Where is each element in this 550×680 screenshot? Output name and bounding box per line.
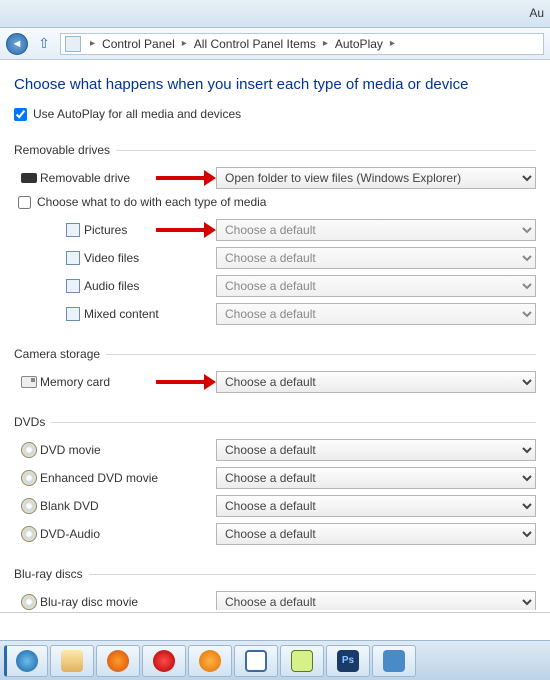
memory-card-icon <box>21 376 37 388</box>
content-area: Choose what happens when you insert each… <box>0 60 550 610</box>
photoshop-icon: Ps <box>337 650 359 672</box>
section-removable-drives: Removable drives Removable drive Open fo… <box>14 143 536 329</box>
taskbar-opera[interactable] <box>142 645 186 677</box>
memory-card-select[interactable]: Choose a default <box>216 371 536 393</box>
removable-drive-select[interactable]: Open folder to view files (Windows Explo… <box>216 167 536 189</box>
dvd-audio-select[interactable]: Choose a default <box>216 523 536 545</box>
mixed-icon <box>66 307 80 321</box>
disc-icon <box>21 594 37 610</box>
media-type-label: Video files <box>84 251 216 265</box>
audio-select[interactable]: Choose a default <box>216 275 536 297</box>
enhanced-dvd-select[interactable]: Choose a default <box>216 467 536 489</box>
choose-each-type-checkbox[interactable] <box>18 196 31 209</box>
control-panel-icon <box>383 650 405 672</box>
taskbar-explorer[interactable] <box>50 645 94 677</box>
section-legend: Camera storage <box>14 347 106 361</box>
back-button[interactable]: ◄ <box>6 33 28 55</box>
bluray-label: Blu-ray disc movie <box>40 595 216 609</box>
dvd-label: DVD-Audio <box>40 527 216 541</box>
nav-toolbar: ◄ ⇧ ▸ Control Panel ▸ All Control Panel … <box>0 28 550 60</box>
divider <box>0 612 550 613</box>
use-autoplay-all-label: Use AutoPlay for all media and devices <box>33 107 241 121</box>
use-autoplay-all-checkbox[interactable] <box>14 108 27 121</box>
section-legend: Blu-ray discs <box>14 567 89 581</box>
window-titlebar: Au <box>0 0 550 28</box>
firefox-icon <box>107 650 129 672</box>
section-legend: Removable drives <box>14 143 116 157</box>
media-type-label: Mixed content <box>84 307 216 321</box>
taskbar: Ps <box>0 640 550 680</box>
wmp-icon <box>199 650 221 672</box>
section-legend: DVDs <box>14 415 51 429</box>
taskbar-control-panel[interactable] <box>372 645 416 677</box>
location-icon <box>65 36 81 52</box>
breadcrumb-item[interactable]: AutoPlay <box>333 37 385 51</box>
breadcrumb-item[interactable]: All Control Panel Items <box>192 37 318 51</box>
taskbar-word[interactable] <box>234 645 278 677</box>
chevron-right-icon: ▸ <box>85 38 100 49</box>
video-icon <box>66 251 80 265</box>
ie-icon <box>16 650 38 672</box>
chevron-right-icon: ▸ <box>385 38 400 49</box>
page-title: Choose what happens when you insert each… <box>14 76 536 93</box>
title-partial: Au <box>529 6 544 20</box>
disc-icon <box>21 526 37 542</box>
taskbar-ie[interactable] <box>4 645 48 677</box>
chevron-right-icon: ▸ <box>318 38 333 49</box>
drive-icon <box>21 173 37 183</box>
up-button[interactable]: ⇧ <box>34 34 54 54</box>
chevron-right-icon: ▸ <box>177 38 192 49</box>
pictures-select[interactable]: Choose a default <box>216 219 536 241</box>
breadcrumb-item[interactable]: Control Panel <box>100 37 177 51</box>
dvd-movie-select[interactable]: Choose a default <box>216 439 536 461</box>
dvd-label: Enhanced DVD movie <box>40 471 216 485</box>
mixed-select[interactable]: Choose a default <box>216 303 536 325</box>
dreamweaver-icon <box>291 650 313 672</box>
red-arrow-icon <box>156 170 216 186</box>
taskbar-media-player[interactable] <box>188 645 232 677</box>
taskbar-dreamweaver[interactable] <box>280 645 324 677</box>
taskbar-firefox[interactable] <box>96 645 140 677</box>
opera-icon <box>153 650 175 672</box>
audio-icon <box>66 279 80 293</box>
video-select[interactable]: Choose a default <box>216 247 536 269</box>
disc-icon <box>21 498 37 514</box>
red-arrow-icon <box>156 222 216 238</box>
address-breadcrumb[interactable]: ▸ Control Panel ▸ All Control Panel Item… <box>60 33 544 55</box>
section-bluray: Blu-ray discs Blu-ray disc movie Choose … <box>14 567 536 610</box>
section-camera-storage: Camera storage Memory card Choose a defa… <box>14 347 536 397</box>
blank-dvd-select[interactable]: Choose a default <box>216 495 536 517</box>
red-arrow-icon <box>156 374 216 390</box>
disc-icon <box>21 442 37 458</box>
bluray-movie-select[interactable]: Choose a default <box>216 591 536 610</box>
pictures-icon <box>66 223 80 237</box>
dvd-label: Blank DVD <box>40 499 216 513</box>
folder-icon <box>61 650 83 672</box>
disc-icon <box>21 470 37 486</box>
word-icon <box>245 650 267 672</box>
dvd-label: DVD movie <box>40 443 216 457</box>
use-autoplay-all-row: Use AutoPlay for all media and devices <box>14 107 536 121</box>
section-dvds: DVDs DVD movie Choose a default Enhanced… <box>14 415 536 549</box>
media-type-label: Audio files <box>84 279 216 293</box>
taskbar-photoshop[interactable]: Ps <box>326 645 370 677</box>
choose-each-type-label: Choose what to do with each type of medi… <box>37 195 266 209</box>
